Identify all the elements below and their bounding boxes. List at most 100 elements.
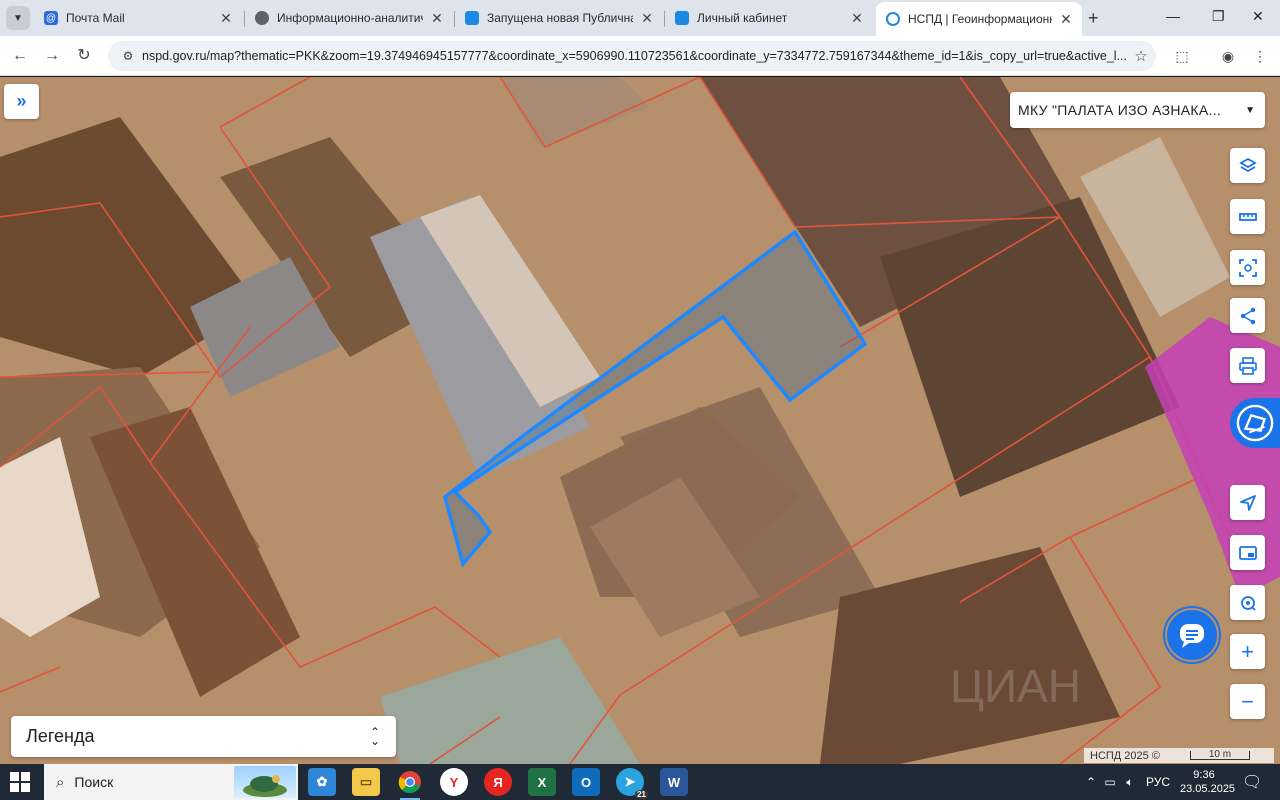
chat-button[interactable]: [1163, 606, 1221, 664]
zoom-in-button[interactable]: +: [1230, 634, 1265, 669]
browser-toolbar: ← → ↻ ⚙ nspd.gov.ru/map?thematic=PKK&zoo…: [0, 36, 1280, 76]
share-icon: [1240, 307, 1255, 324]
tab-title: Почта Mail: [66, 11, 125, 25]
area-select-icon: [1238, 258, 1257, 277]
tab-search-button[interactable]: ▼: [6, 6, 30, 30]
pkk-icon: [1236, 404, 1274, 442]
network-icon[interactable]: ▭: [1100, 775, 1120, 789]
watermark: ЦИАН: [950, 660, 1081, 712]
chevron-up-icon[interactable]: ⌃: [1082, 775, 1100, 789]
mail-icon: @: [44, 11, 58, 25]
tab-title: Личный кабинет: [697, 11, 788, 25]
reload-button[interactable]: ↻: [74, 46, 94, 66]
address-bar[interactable]: ⚙ nspd.gov.ru/map?thematic=PKK&zoom=19.3…: [108, 41, 1156, 71]
language-indicator[interactable]: РУС: [1146, 775, 1170, 789]
caret-down-icon: ▼: [1245, 104, 1255, 116]
area-select-button[interactable]: [1230, 250, 1265, 285]
expand-collapse-icon: ⌃ ⌄: [369, 724, 380, 748]
search-icon: ⌕: [56, 773, 65, 791]
tab-info-analytics[interactable]: Информационно-аналитическ ✕: [245, 4, 453, 32]
geo-search-icon: [1240, 595, 1256, 611]
expand-panel-button[interactable]: »: [4, 84, 39, 119]
close-window-button[interactable]: ✕: [1252, 8, 1264, 25]
geo-search-button[interactable]: [1230, 585, 1265, 620]
scale-bar: 10 m: [1189, 750, 1250, 760]
print-icon: [1238, 356, 1257, 375]
chat-icon: [1180, 624, 1204, 648]
share-button[interactable]: [1230, 298, 1265, 333]
url-text[interactable]: nspd.gov.ru/map?thematic=PKK&zoom=19.374…: [142, 49, 1126, 63]
locate-button[interactable]: [1230, 485, 1265, 520]
close-tab-icon[interactable]: ✕: [639, 10, 655, 27]
new-tab-button[interactable]: +: [1088, 8, 1099, 29]
chrome-icon: [398, 771, 421, 794]
system-tray: ⌃ ▭ 🔈︎ РУС: [1082, 764, 1170, 800]
menu-kebab-icon[interactable]: ⋮: [1250, 46, 1270, 66]
notification-center-icon[interactable]: 🗨︎: [1242, 764, 1262, 800]
telegram-icon: ➤: [624, 774, 636, 789]
yandex-app[interactable]: Я: [484, 768, 512, 796]
tab-public-map-news[interactable]: Запущена новая Публичная к ✕: [455, 4, 663, 32]
tab-title: НСПД | Геоинформационный: [908, 12, 1052, 26]
print-button[interactable]: [1230, 348, 1265, 383]
zoom-in-icon: +: [1241, 638, 1254, 664]
ruler-icon: [1238, 212, 1257, 221]
yandex-browser-app[interactable]: Y: [440, 768, 468, 796]
outlook-app[interactable]: O: [572, 768, 600, 796]
legend-panel[interactable]: Легенда ⌃ ⌄: [11, 716, 396, 757]
picture-in-picture-icon: [1238, 545, 1257, 560]
excel-app[interactable]: X: [528, 768, 556, 796]
forward-button[interactable]: →: [42, 46, 62, 66]
picture-in-picture-button[interactable]: [1230, 535, 1265, 570]
clock[interactable]: 9:36 23.05.2025: [1180, 768, 1235, 796]
profile-icon[interactable]: ◉: [1218, 46, 1238, 66]
chevron-down-icon: ▼: [13, 12, 23, 24]
layers-icon: [1238, 157, 1257, 172]
satellite-imagery: ЦИАН: [0, 77, 1280, 764]
tab-personal-account[interactable]: Личный кабинет ✕: [665, 4, 873, 32]
layers-button[interactable]: [1230, 148, 1265, 183]
legend-label: Легенда: [26, 726, 95, 746]
attribution-text: НСПД 2025 ©: [1090, 749, 1160, 762]
volume-icon[interactable]: 🔈︎: [1120, 775, 1140, 790]
zoom-out-button[interactable]: −: [1230, 684, 1265, 719]
taskbar-search[interactable]: ⌕ Поиск: [44, 764, 298, 800]
back-button[interactable]: ←: [10, 46, 30, 66]
windows-start-icon[interactable]: [10, 772, 30, 792]
tab-mail[interactable]: @ Почта Mail ✕: [34, 4, 242, 32]
nspd-logo-icon: [886, 12, 900, 26]
reload-icon: ↻: [77, 47, 91, 64]
chrome-app[interactable]: [396, 768, 424, 800]
globe-icon: [255, 11, 269, 25]
site-info-icon[interactable]: ⚙: [114, 49, 142, 63]
double-chevron-right-icon: »: [16, 91, 27, 111]
files-app[interactable]: ▭: [352, 768, 380, 796]
close-tab-icon[interactable]: ✕: [1058, 11, 1074, 28]
nspd-icon: [465, 11, 479, 25]
pkk-mode-button[interactable]: [1230, 398, 1280, 448]
close-tab-icon[interactable]: ✕: [849, 10, 865, 27]
search-label: Поиск: [74, 774, 114, 790]
plus-icon: +: [1088, 8, 1099, 28]
locate-icon: [1239, 494, 1256, 511]
search-highlight-image: [234, 766, 296, 798]
telegram-badge: 21: [635, 790, 648, 799]
network-app[interactable]: ✿: [308, 768, 336, 796]
telegram-app[interactable]: ➤ 21: [616, 768, 648, 799]
organization-select[interactable]: МКУ "ПАЛАТА ИЗО АЗНАКА... ▼: [1010, 92, 1265, 128]
extensions-icon[interactable]: ⬚: [1172, 46, 1192, 66]
map-viewport[interactable]: ЦИАН: [0, 77, 1280, 764]
ruler-button[interactable]: [1230, 199, 1265, 234]
minimize-button[interactable]: —: [1166, 8, 1180, 24]
tab-nspd-geoinfo[interactable]: НСПД | Геоинформационный ✕: [876, 2, 1082, 36]
word-app[interactable]: W: [660, 768, 688, 796]
zoom-out-icon: −: [1241, 688, 1254, 714]
close-tab-icon[interactable]: ✕: [218, 10, 234, 27]
close-tab-icon[interactable]: ✕: [429, 10, 445, 27]
map-attribution: НСПД 2025 © 10 m: [1084, 748, 1274, 763]
restore-button[interactable]: ❐: [1212, 8, 1225, 25]
nspd-icon: [675, 11, 689, 25]
organization-select-value: МКУ "ПАЛАТА ИЗО АЗНАКА...: [1018, 102, 1222, 118]
tab-title: Запущена новая Публичная к: [487, 11, 633, 25]
bookmark-star-icon[interactable]: ☆: [1126, 47, 1156, 65]
